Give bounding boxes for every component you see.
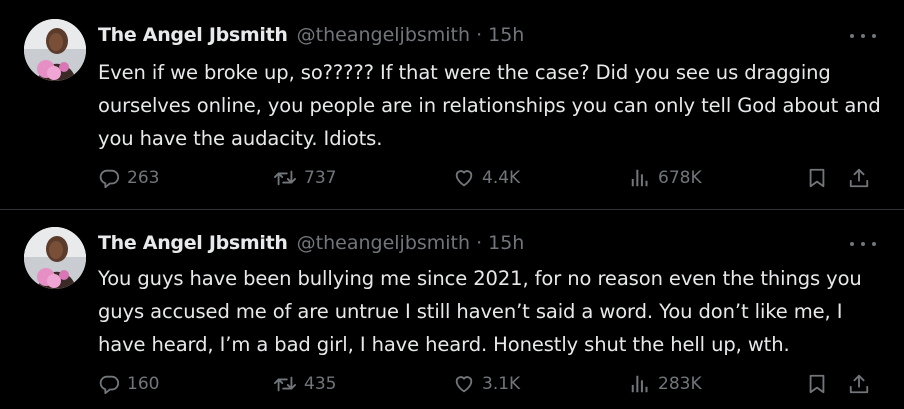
more-dots-icon[interactable] <box>850 28 876 44</box>
bookmark-button[interactable] <box>806 163 828 193</box>
user-handle[interactable]: @theangeljbsmith <box>297 232 470 254</box>
bar-chart-views-icon <box>629 373 651 395</box>
bookmark-button[interactable] <box>806 369 828 399</box>
more-dots-icon[interactable] <box>850 236 876 252</box>
display-name[interactable]: The Angel Jbsmith <box>98 24 288 46</box>
reply-bubble-icon <box>98 167 120 189</box>
separator-dot: · <box>476 24 483 46</box>
like-button[interactable]: 3.1K <box>453 369 520 399</box>
like-count: 3.1K <box>482 374 521 394</box>
tweet-text: Even if we broke up, so????? If that wer… <box>98 61 881 150</box>
action-bar: 263 737 4.4K 678K <box>98 163 878 193</box>
tweet[interactable]: The Angel Jbsmith @theangeljbsmith · 15h… <box>0 210 904 409</box>
heart-icon <box>453 373 475 395</box>
reply-count: 263 <box>127 168 160 188</box>
views-count: 678K <box>658 168 702 188</box>
share-button[interactable] <box>848 369 870 399</box>
timestamp[interactable]: 15h <box>488 24 524 46</box>
like-count: 4.4K <box>482 168 521 188</box>
bar-chart-views-icon <box>629 167 651 189</box>
like-button[interactable]: 4.4K <box>453 163 520 193</box>
display-name[interactable]: The Angel Jbsmith <box>98 232 288 254</box>
repost-arrows-icon <box>273 373 297 395</box>
dot <box>872 34 876 38</box>
reply-button[interactable]: 160 <box>98 369 159 399</box>
tweet-feed: The Angel Jbsmith @theangeljbsmith · 15h… <box>0 0 904 409</box>
views-button[interactable]: 283K <box>629 369 702 399</box>
dot <box>872 242 876 246</box>
repost-arrows-icon <box>273 167 297 189</box>
dot <box>850 34 854 38</box>
views-button[interactable]: 678K <box>629 163 702 193</box>
tweet-text: You guys have been bullying me since 202… <box>98 267 862 356</box>
heart-icon <box>453 167 475 189</box>
action-bar: 160 435 3.1K 283K <box>98 369 878 399</box>
repost-count: 737 <box>304 168 337 188</box>
repost-count: 435 <box>304 374 337 394</box>
tweet-header: The Angel Jbsmith @theangeljbsmith · 15h <box>98 230 524 256</box>
user-handle[interactable]: @theangeljbsmith <box>297 24 470 46</box>
reply-bubble-icon <box>98 373 120 395</box>
share-upload-icon <box>848 167 870 189</box>
repost-button[interactable]: 435 <box>273 369 336 399</box>
reply-button[interactable]: 263 <box>98 163 159 193</box>
avatar[interactable] <box>24 19 86 81</box>
reply-count: 160 <box>127 374 160 394</box>
share-upload-icon <box>848 373 870 395</box>
share-button[interactable] <box>848 163 870 193</box>
dot <box>861 34 865 38</box>
repost-button[interactable]: 737 <box>273 163 336 193</box>
dot <box>861 242 865 246</box>
bookmark-icon <box>806 167 828 189</box>
avatar[interactable] <box>24 227 86 289</box>
views-count: 283K <box>658 374 702 394</box>
bookmark-icon <box>806 373 828 395</box>
timestamp[interactable]: 15h <box>488 232 524 254</box>
tweet-header: The Angel Jbsmith @theangeljbsmith · 15h <box>98 22 524 48</box>
tweet[interactable]: The Angel Jbsmith @theangeljbsmith · 15h… <box>0 0 904 210</box>
separator-dot: · <box>476 232 483 254</box>
dot <box>850 242 854 246</box>
